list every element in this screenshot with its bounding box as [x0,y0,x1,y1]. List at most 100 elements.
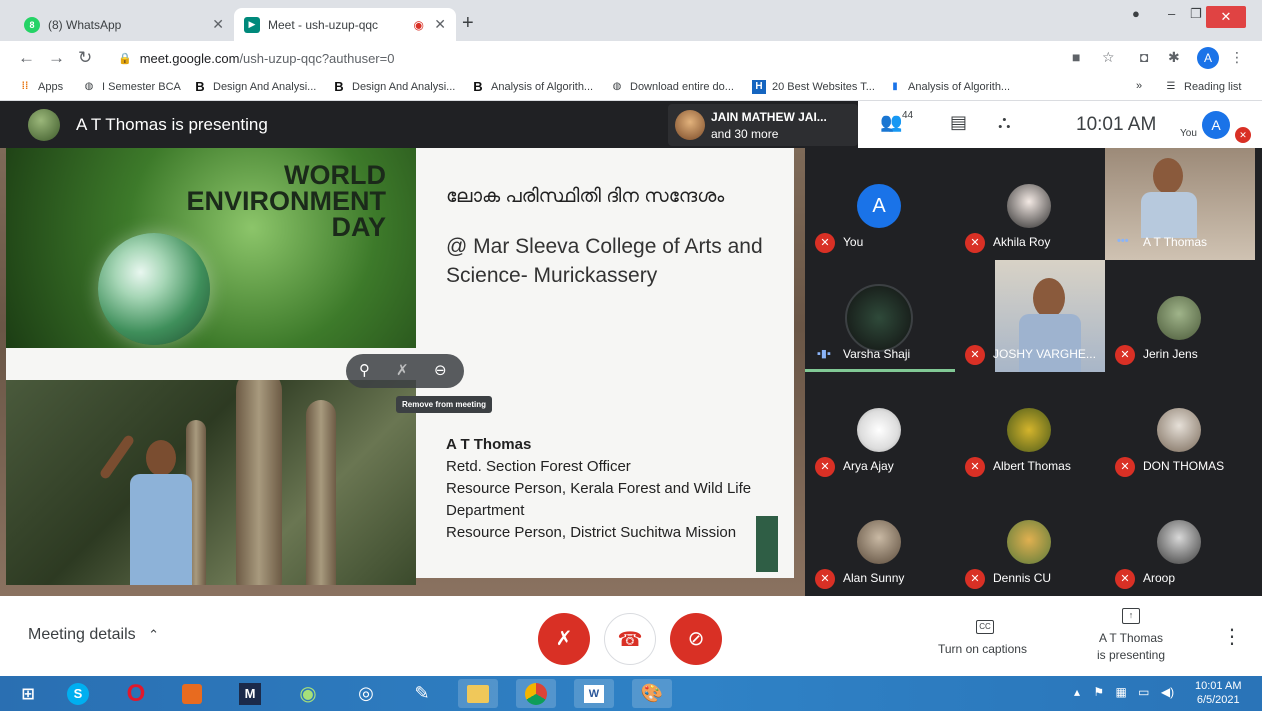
extensions-icon[interactable]: ✱ [1168,49,1180,66]
tab-search-icon[interactable]: ● [1132,6,1140,21]
profile-avatar[interactable]: A [1197,47,1219,69]
restore-button[interactable]: ❐ [1190,6,1202,22]
participant-tile[interactable]: ▪▮▪ Varsha Shaji [805,260,955,372]
windows-start-icon[interactable]: ⊞ [8,679,48,708]
avatar [845,284,913,352]
participant-tile[interactable]: ✕ Jerin Jens [1105,260,1255,372]
remove-participant-icon[interactable]: ⊖ [434,361,447,379]
presentation-stage: WORLD ENVIRONMENT DAY ലോക പരിസ്ഥിതി ദിന … [0,148,805,596]
participant-tile[interactable]: ✕ Albert Thomas [955,372,1105,484]
reload-icon[interactable]: ↻ [78,48,92,68]
close-icon[interactable]: ✕ [434,16,446,33]
bookmark-item[interactable]: ◍ I Semester BCA [82,80,181,94]
participant-name: Jerin Jens [1143,347,1198,361]
menu-icon[interactable]: ⋮ [1230,49,1244,66]
captions-icon[interactable]: CC [976,620,994,634]
opera-icon[interactable]: O [116,679,156,708]
participant-tile[interactable]: A ✕ You [805,148,955,260]
bookmark-item[interactable]: B Analysis of Algorith... [471,80,593,94]
participant-count: 44 [902,110,914,121]
pin-icon[interactable]: ⚲ [359,361,370,379]
avatar: A [857,184,901,228]
app-tool-icon[interactable]: ✎ [402,679,442,708]
forward-icon[interactable]: → [48,48,65,68]
participant-tile[interactable]: ✕ JOSHY VARGHE... [955,260,1105,372]
app-circle-icon[interactable]: ◉ [288,679,328,708]
participant-tile[interactable]: ✕ Dennis CU [955,484,1105,596]
address-bar[interactable]: 🔒 meet.google.com /ush-uzup-qqc?authuser… [106,45,1061,71]
flag-icon[interactable]: ⚑ [1093,685,1104,699]
tab-whatsapp[interactable]: 8 (8) WhatsApp ✕ [14,8,234,41]
star-icon[interactable]: ☆ [1102,49,1115,66]
speaking-indicator-icon: ▪▮▪ [817,348,831,360]
screenshot-icon[interactable]: ◘ [1140,49,1148,65]
people-icon[interactable]: 👥 [880,112,902,133]
participant-name: DON THOMAS [1143,459,1225,473]
tab-meet[interactable]: ▶ Meet - ush-uzup-qqc ◉ ✕ [234,8,456,41]
mic-toggle-button[interactable]: ✗ [538,613,590,665]
participant-tile[interactable]: ✕ Alan Sunny [805,484,955,596]
skype-icon[interactable]: S [58,679,98,708]
participant-tile[interactable]: ✕ Akhila Roy [955,148,1105,260]
bookmark-item[interactable]: H 20 Best Websites T... [752,80,875,94]
participant-name: Dennis CU [993,571,1052,585]
h-logo-icon: H [752,80,766,94]
taskbar-date: 6/5/2021 [1196,694,1240,706]
window-close-button[interactable]: ✕ [1206,6,1246,28]
avatar [1007,520,1051,564]
avatar [675,110,705,140]
mute-participant-icon[interactable]: ✗ [396,361,409,379]
bookmark-apps[interactable]: ⁞⁞ Apps [18,80,63,94]
paint-icon[interactable]: 🎨 [632,679,672,708]
taskbar: ⊞ S O M ◉ ◎ ✎ W 🎨 ▴ ⚑ ▦ ▭ ◀) 10:01 AM 6/… [0,676,1262,711]
participant-tile[interactable]: ✕ Aroop [1105,484,1255,596]
word-icon[interactable]: W [574,679,614,708]
back-icon[interactable]: ← [18,48,35,68]
camera-icon[interactable]: ■ [1072,49,1080,65]
chat-icon[interactable]: ▤ [950,112,967,133]
present-screen-icon[interactable]: ↑ [1122,608,1140,624]
bio-name: A T Thomas [446,436,532,453]
app-m-icon[interactable]: M [230,679,270,708]
presenting-line: A T Thomas [1098,631,1164,645]
captions-button-label[interactable]: Turn on captions [938,642,1027,656]
others-more: and 30 more [711,127,779,141]
file-explorer-icon[interactable] [458,679,498,708]
tray-arrow-icon[interactable]: ▴ [1074,685,1080,699]
new-tab-button[interactable]: + [462,12,474,35]
network-icon[interactable]: ▦ [1115,685,1126,699]
more-options-icon[interactable]: ⋮ [1222,624,1242,649]
presenting-status[interactable]: A T Thomas is presenting [1080,630,1182,664]
participant-tile[interactable]: ✕ Arya Ajay [805,372,955,484]
meet-top-bar: A T Thomas is presenting JAIN MATHEW JAI… [0,101,1262,148]
speaking-indicator-icon: ••• [1117,235,1129,247]
leave-call-button[interactable]: ☎ [604,613,656,665]
volume-icon[interactable]: ◀) [1161,685,1174,699]
bookmark-item[interactable]: ▮ Analysis of Algorith... [888,80,1010,94]
more-bookmarks-button[interactable]: » [1136,80,1142,92]
activities-icon[interactable]: ⛬ [998,112,1011,133]
bookmark-item[interactable]: ◍ Download entire do... [610,80,734,94]
participant-name: Aroop [1143,571,1176,585]
other-participants-chip[interactable]: JAIN MATHEW JAI... and 30 more [668,104,858,146]
self-label: You [1180,128,1197,139]
bookmark-item[interactable]: B Design And Analysi... [193,80,316,94]
meeting-details-button[interactable]: Meeting details ⌃ [28,626,159,644]
battery-icon[interactable]: ▭ [1138,685,1149,699]
slide-bio: A T Thomas Retd. Section Forest Officer … [446,434,766,544]
app-camera-icon[interactable]: ◎ [346,679,386,708]
reading-list-button[interactable]: ☰ Reading list [1164,80,1242,94]
meeting-details-label: Meeting details [28,626,136,643]
chrome-icon[interactable] [516,679,556,708]
participant-tile[interactable]: ✕ DON THOMAS [1105,372,1255,484]
camera-toggle-button[interactable]: ⊘ [670,613,722,665]
bookmark-label: Design And Analysi... [213,81,317,93]
bookmark-item[interactable]: B Design And Analysi... [332,80,455,94]
media-player-icon[interactable] [172,679,212,708]
participant-tile-video[interactable]: ••• A T Thomas [1105,148,1255,260]
taskbar-clock[interactable]: 10:01 AM 6/5/2021 [1195,679,1241,707]
minimize-button[interactable]: – [1168,6,1175,21]
avatar [857,520,901,564]
participant-name: A T Thomas [1143,235,1208,249]
close-icon[interactable]: ✕ [212,16,224,33]
